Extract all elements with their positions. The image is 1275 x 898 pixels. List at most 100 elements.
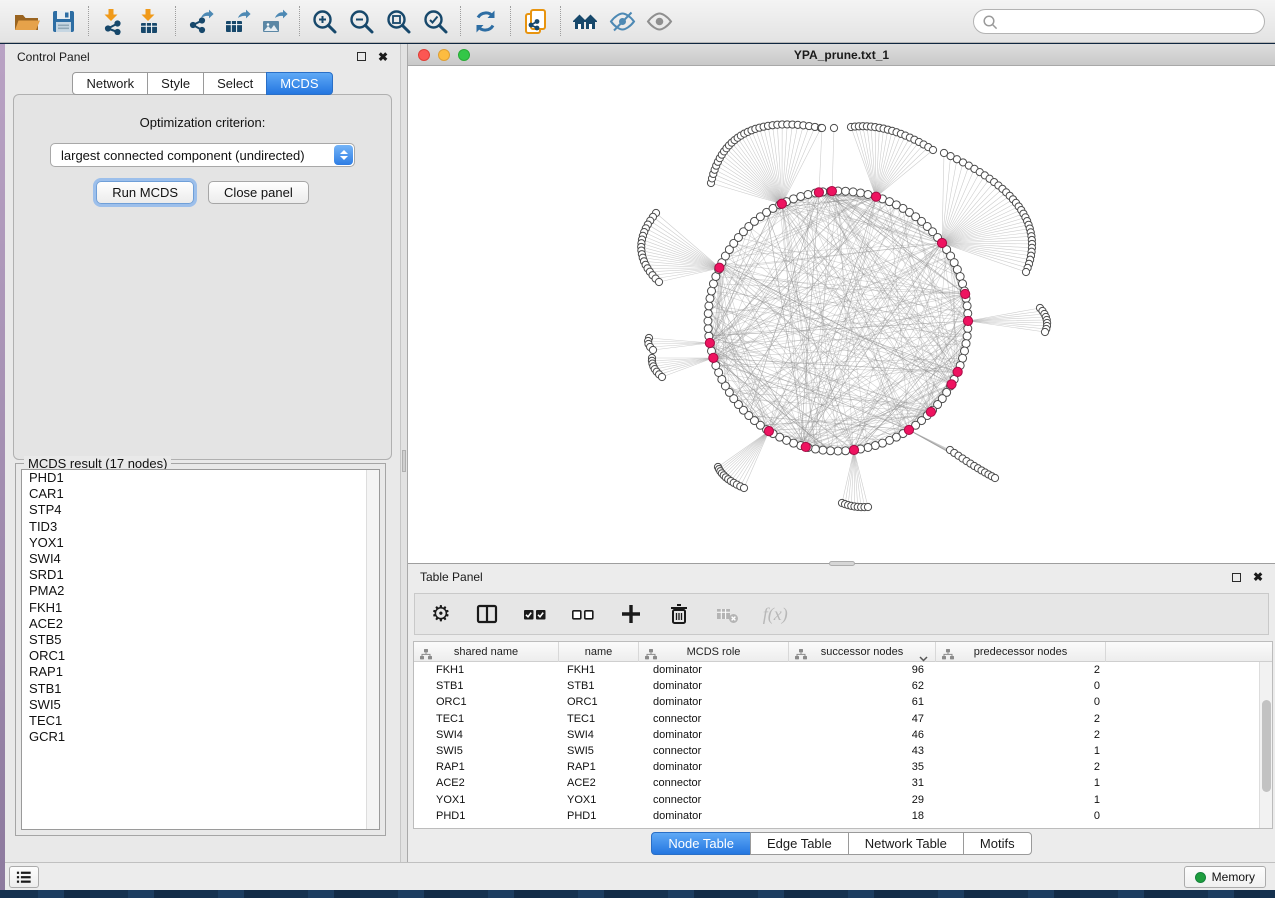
splitter-handle[interactable] — [402, 450, 406, 472]
refresh-button[interactable] — [467, 2, 504, 40]
criterion-select[interactable]: largest connected component (undirected) — [50, 143, 355, 167]
show-graphics-details-button[interactable] — [641, 2, 678, 40]
sort-chevron-icon[interactable] — [919, 649, 928, 667]
save-session-button[interactable] — [45, 2, 82, 40]
result-node-item[interactable]: YOX1 — [22, 535, 379, 551]
tab-edge-table[interactable]: Edge Table — [750, 832, 849, 855]
search-input[interactable] — [1003, 12, 1264, 32]
float-panel-icon[interactable] — [357, 52, 366, 61]
hide-graphics-details-button[interactable] — [604, 2, 641, 40]
memory-button[interactable]: Memory — [1184, 866, 1266, 888]
result-node-item[interactable]: SRD1 — [22, 567, 379, 583]
import-network-button[interactable] — [95, 2, 132, 40]
export-table-button[interactable] — [219, 2, 256, 40]
delete-rows-button[interactable] — [667, 602, 691, 626]
table-scrollbar[interactable] — [1259, 662, 1272, 828]
result-node-item[interactable]: SWI4 — [22, 551, 379, 567]
window-minimize-icon[interactable] — [438, 49, 450, 61]
zoom-in-button[interactable] — [306, 2, 343, 40]
table-row[interactable]: STB1STB1dominator620 — [414, 678, 1272, 694]
table-cell: TEC1 — [559, 713, 639, 725]
result-node-item[interactable]: TID3 — [22, 519, 379, 535]
select-all-rows-button[interactable] — [523, 602, 547, 626]
table-row[interactable]: SWI4SWI4dominator462 — [414, 727, 1272, 743]
tab-network[interactable]: Network — [72, 72, 148, 95]
table-row[interactable]: FKH1FKH1dominator962 — [414, 662, 1272, 678]
result-scrollbar[interactable] — [366, 470, 379, 829]
column-header-shared-name[interactable]: shared name — [414, 642, 559, 662]
column-header-name[interactable]: name — [559, 642, 639, 662]
result-node-item[interactable]: PHD1 — [22, 470, 379, 486]
table-row[interactable]: PHD1PHD1dominator180 — [414, 808, 1272, 824]
deselect-all-rows-button[interactable] — [571, 602, 595, 626]
table-row[interactable]: YOX1YOX1connector291 — [414, 792, 1272, 808]
tab-network-table[interactable]: Network Table — [848, 832, 964, 855]
first-neighbors-icon — [572, 8, 599, 35]
column-header-successor-nodes[interactable]: successor nodes — [789, 642, 936, 662]
window-maximize-icon[interactable] — [458, 49, 470, 61]
table-row[interactable]: TEC1TEC1connector472 — [414, 711, 1272, 727]
tab-select[interactable]: Select — [203, 72, 267, 95]
table-row[interactable]: RAP1RAP1dominator352 — [414, 759, 1272, 775]
add-row-icon — [619, 602, 643, 626]
export-image-button[interactable] — [256, 2, 293, 40]
column-header-MCDS-role[interactable]: MCDS role — [639, 642, 789, 662]
select-all-rows-icon — [523, 602, 547, 626]
control-panel-tabs: NetworkStyleSelectMCDS — [5, 72, 400, 95]
result-node-item[interactable]: RAP1 — [22, 664, 379, 680]
result-node-item[interactable]: STP4 — [22, 502, 379, 518]
close-panel-icon[interactable]: ✖ — [378, 51, 388, 63]
result-node-item[interactable]: TEC1 — [22, 713, 379, 729]
result-node-item[interactable]: STB1 — [22, 681, 379, 697]
mcds-result-box: MCDS result (17 nodes) PHD1CAR1STP4TID3Y… — [15, 463, 386, 836]
result-node-item[interactable]: SWI5 — [22, 697, 379, 713]
close-table-panel-icon[interactable]: ✖ — [1253, 571, 1263, 583]
settings-button[interactable]: ⚙ — [431, 603, 451, 625]
network-canvas[interactable] — [408, 66, 1275, 563]
tab-style[interactable]: Style — [147, 72, 204, 95]
zoom-selected-icon — [422, 8, 449, 35]
table-scrollbar-thumb[interactable] — [1262, 700, 1271, 792]
close-panel-button[interactable]: Close panel — [208, 181, 309, 204]
zoom-out-button[interactable] — [343, 2, 380, 40]
show-graphics-details-icon — [646, 8, 673, 35]
table-cell: 2 — [936, 729, 1106, 741]
column-header-predecessor-nodes[interactable]: predecessor nodes — [936, 642, 1106, 662]
first-neighbors-button[interactable] — [567, 2, 604, 40]
result-node-item[interactable]: FKH1 — [22, 600, 379, 616]
zoom-fit-icon — [385, 8, 412, 35]
table-row[interactable]: SWI5SWI5connector431 — [414, 743, 1272, 759]
tab-node-table[interactable]: Node Table — [651, 832, 751, 855]
table-row[interactable]: ORC1ORC1dominator610 — [414, 694, 1272, 710]
table-cell: RAP1 — [559, 761, 639, 773]
result-node-item[interactable]: STB5 — [22, 632, 379, 648]
result-node-item[interactable]: PMA2 — [22, 583, 379, 599]
window-close-icon[interactable] — [418, 49, 430, 61]
result-node-item[interactable]: GCR1 — [22, 729, 379, 745]
result-node-item[interactable]: ORC1 — [22, 648, 379, 664]
network-from-document-button[interactable] — [517, 2, 554, 40]
mcds-result-list[interactable]: PHD1CAR1STP4TID3YOX1SWI4SRD1PMA2FKH1ACE2… — [21, 469, 380, 830]
column-layout-button[interactable] — [475, 602, 499, 626]
float-table-panel-icon[interactable] — [1232, 573, 1241, 582]
export-network-button[interactable] — [182, 2, 219, 40]
horizontal-splitter-handle[interactable] — [829, 561, 855, 566]
import-table-button[interactable] — [132, 2, 169, 40]
table-row[interactable]: ACE2ACE2connector311 — [414, 775, 1272, 791]
table-panel: Table Panel ✖ ⚙f(x) shared namenameMCDS … — [408, 563, 1275, 862]
zoom-selected-button[interactable] — [417, 2, 454, 40]
table-cell: PHD1 — [414, 810, 559, 822]
add-row-button[interactable] — [619, 602, 643, 626]
run-mcds-button[interactable]: Run MCDS — [96, 181, 194, 204]
tab-mcds[interactable]: MCDS — [266, 72, 332, 95]
main-toolbar-icons — [8, 2, 678, 40]
table-cell: dominator — [639, 761, 789, 773]
task-history-button[interactable] — [9, 866, 39, 888]
open-session-button[interactable] — [8, 2, 45, 40]
result-node-item[interactable]: CAR1 — [22, 486, 379, 502]
select-stepper-icon — [334, 145, 353, 165]
result-node-item[interactable]: ACE2 — [22, 616, 379, 632]
zoom-fit-button[interactable] — [380, 2, 417, 40]
tab-motifs[interactable]: Motifs — [963, 832, 1032, 855]
vertical-splitter[interactable] — [400, 44, 408, 862]
